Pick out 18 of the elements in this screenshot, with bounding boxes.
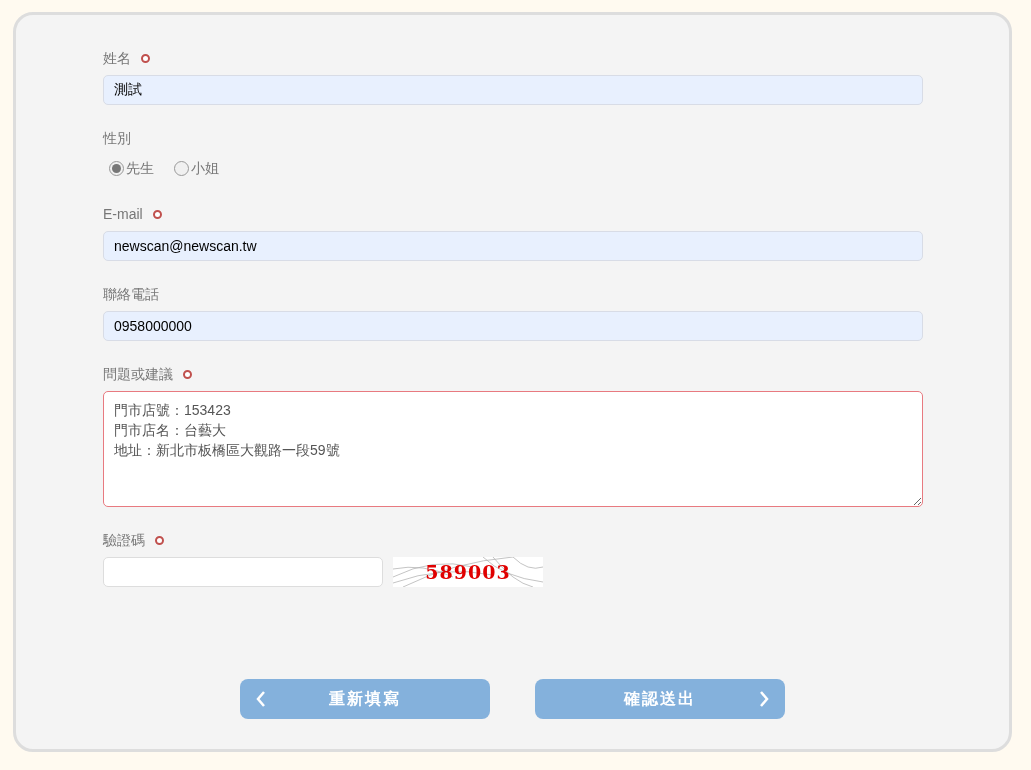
field-label: 驗證碼 — [103, 530, 145, 550]
captcha-image: 589003 — [393, 557, 543, 587]
chevron-right-icon — [758, 690, 770, 708]
field-label: 問題或建議 — [103, 364, 173, 384]
field-label: 性別 — [103, 128, 131, 148]
radio-button[interactable] — [174, 160, 189, 176]
radio-button[interactable] — [109, 160, 124, 176]
field-label: 姓名 — [103, 48, 131, 68]
chevron-left-icon — [255, 690, 267, 708]
text-field[interactable]: 測試 — [103, 75, 923, 105]
text-area[interactable]: 門市店號：153423 門市店名：台藝大 地址：新北市板橋區大觀路一段59號 — [103, 391, 923, 507]
field-label: E-mail — [103, 204, 143, 224]
radio-label: 小姐 — [191, 158, 219, 178]
radio-label: 先生 — [126, 158, 154, 178]
captcha-field[interactable] — [103, 557, 383, 587]
text-field[interactable]: newscan@newscan.tw — [103, 231, 923, 261]
field-label: 聯絡電話 — [103, 284, 159, 304]
text-field[interactable]: 0958000000 — [103, 311, 923, 341]
